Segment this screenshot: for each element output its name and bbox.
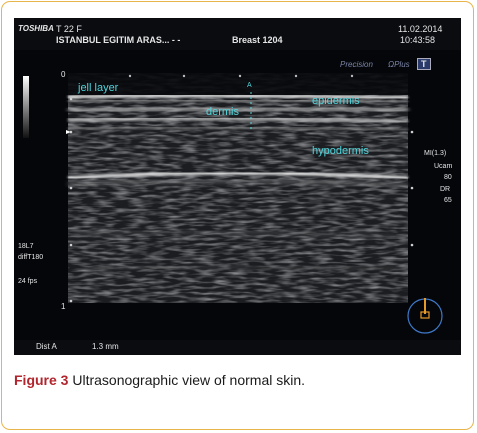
epidermis-label: epidermis [312,95,360,107]
depth-top-label: 0 [61,70,66,79]
ultrasound-image: TOSHIBA T 22 F ISTANBUL EGITIM ARAS... -… [14,18,461,355]
header-band [14,18,461,50]
gain-value: 80 [444,174,452,181]
dr-label: DR [440,186,451,193]
depth-bottom-label: 1 [61,302,66,311]
figure-label: Figure 3 [14,372,69,388]
distance-value: 1.3 mm [92,342,119,351]
brand-logo: TOSHIBA [18,24,54,33]
caption-text: Ultrasonographic view of normal skin. [68,372,306,388]
jell-layer-label: jell layer [78,82,119,94]
dr-value: 65 [444,197,452,204]
fps-label: 24 fps [18,278,38,285]
grayscale-bar [23,76,29,138]
aplus-label: ΩPlus [388,60,410,69]
precision-label: Precision [340,60,373,69]
body-mark-icon [407,298,443,334]
mode-line: T 22 F [56,24,82,34]
mode-label: diffT180 [18,254,44,261]
caliper-marker: A [247,82,252,89]
distance-label: Dist A [36,342,57,351]
ucam-label: Ucam [434,163,453,170]
exam-date: 11.02.2014 [398,24,443,34]
t-badge: T [417,58,431,70]
institution-name: ISTANBUL EGITIM ARAS... - - [56,35,181,45]
exam-time: 10:43:58 [400,35,436,45]
hypodermis-label: hypodermis [312,145,369,157]
dermis-label: dermis [206,106,240,118]
exam-preset: Breast 1204 [232,35,283,45]
mi-value: MI(1.3) [424,150,447,157]
figure-caption: Figure 3 Ultrasonographic view of normal… [14,372,305,388]
probe-label: 18L7 [18,243,34,250]
